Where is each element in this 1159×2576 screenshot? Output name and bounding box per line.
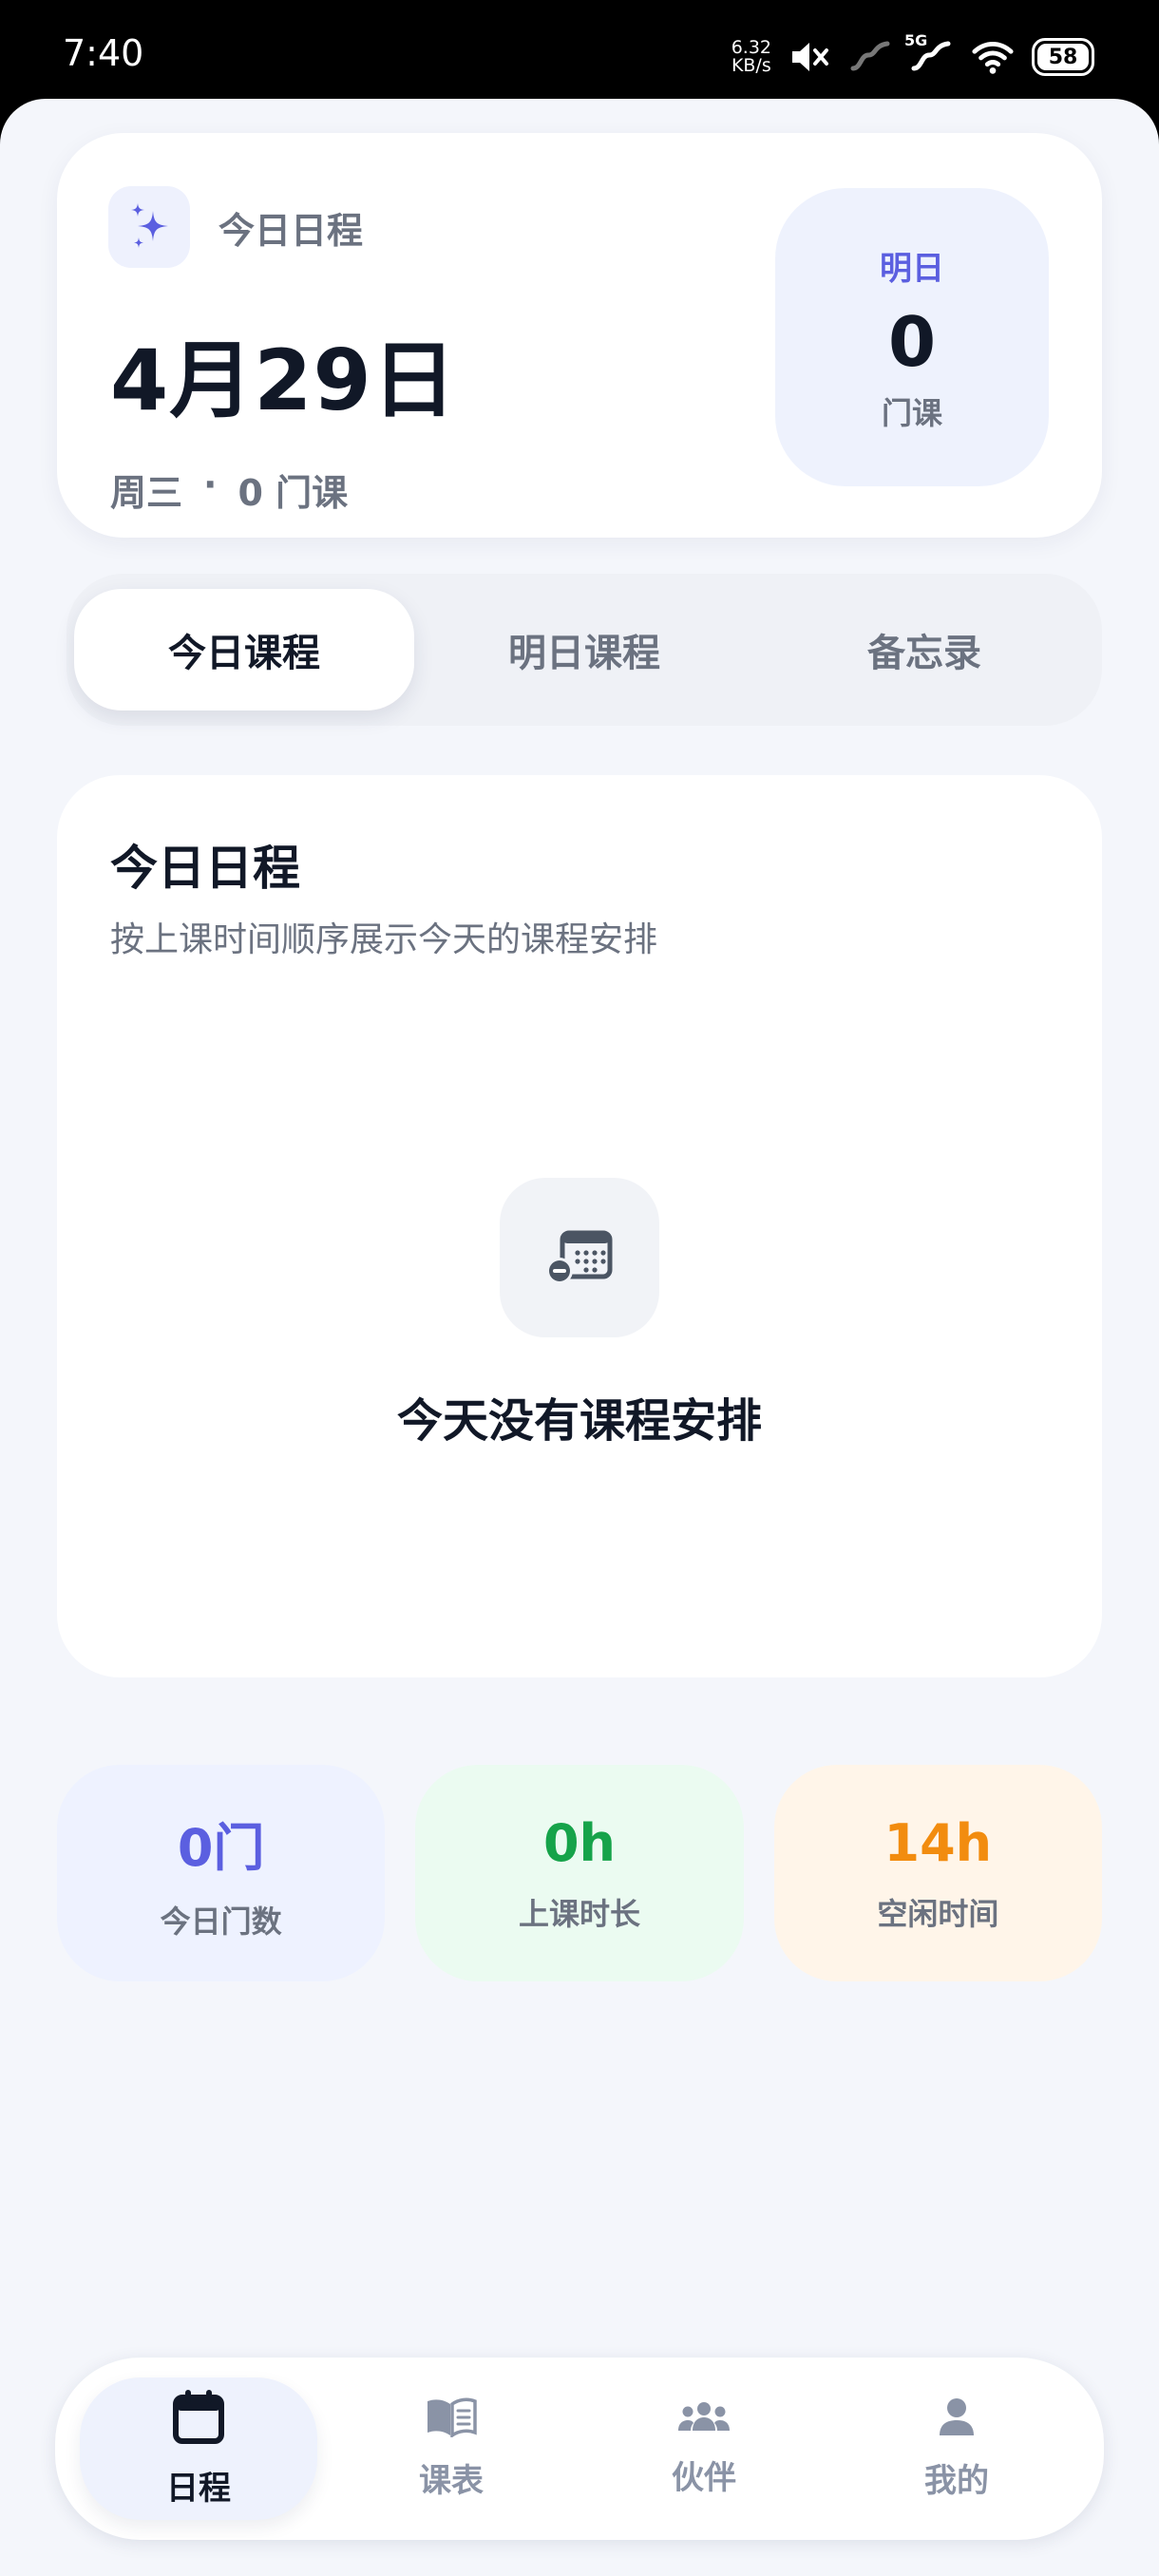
stat-value: 0门 (177, 1817, 265, 1878)
tomorrow-summary[interactable]: 明日 0 门课 (775, 188, 1049, 486)
network-type: 5G (904, 31, 928, 49)
current-date: 4月29日 (110, 331, 457, 429)
user-icon (938, 2397, 976, 2441)
stat-class-duration: 0h 上课时长 (415, 1765, 744, 1981)
today-course-count: 0 门课 (238, 472, 349, 514)
app-screen: 今日日程 4月29日 周三 · 0 门课 明日 0 门课 今日课程 明日课程 备… (0, 99, 1159, 2576)
battery-level: 58 (1037, 44, 1089, 70)
book-icon (426, 2397, 477, 2441)
stats-row: 0门 今日门数 0h 上课时长 14h 空闲时间 (57, 1765, 1102, 1981)
sparkle-icon (108, 186, 190, 268)
tab-memo[interactable]: 备忘录 (754, 589, 1094, 710)
stat-today-count: 0门 今日门数 (57, 1765, 386, 1981)
network-speed: 6.32 KB/s (731, 37, 771, 76)
stat-value: 14h (884, 1812, 993, 1873)
battery-icon: 58 (1032, 38, 1094, 76)
status-bar: 7:40 6.32 KB/s 5G 58 (0, 0, 1159, 106)
nav-label: 我的 (924, 2461, 989, 2500)
schedule-description: 按上课时间顺序展示今天的课程安排 (110, 920, 658, 959)
mute-icon (788, 35, 832, 79)
tomorrow-unit: 门课 (881, 394, 942, 431)
stat-free-time: 14h 空闲时间 (773, 1765, 1102, 1981)
tab-tomorrow-courses[interactable]: 明日课程 (414, 589, 754, 710)
users-icon (677, 2400, 731, 2438)
status-icons: 6.32 KB/s 5G 58 (732, 30, 1094, 84)
summary-badge: 今日日程 (108, 186, 363, 268)
nav-label: 伙伴 (672, 2458, 736, 2497)
signal-1-icon (849, 35, 893, 79)
stat-label: 上课时长 (518, 1895, 640, 1932)
schedule-tabs: 今日课程 明日课程 备忘录 (66, 574, 1102, 726)
tomorrow-count: 0 (887, 301, 937, 382)
stat-label: 空闲时间 (877, 1895, 999, 1932)
nav-item-profile[interactable]: 我的 (838, 2377, 1075, 2520)
nav-label: 课表 (419, 2461, 484, 2500)
nav-item-partners[interactable]: 伙伴 (585, 2377, 823, 2520)
calendar-icon (172, 2389, 225, 2449)
tomorrow-title: 明日 (880, 249, 944, 288)
summary-badge-label: 今日日程 (218, 209, 364, 252)
schedule-title: 今日日程 (110, 841, 300, 896)
calendar-remove-icon (500, 1178, 659, 1337)
signal-2-icon: 5G (904, 31, 954, 79)
stat-label: 今日门数 (160, 1903, 282, 1940)
nav-label: 日程 (166, 2469, 231, 2508)
status-time: 7:40 (63, 32, 144, 74)
nav-item-schedule[interactable]: 日程 (80, 2377, 317, 2520)
wifi-icon (971, 35, 1015, 79)
empty-state-text: 今天没有课程安排 (396, 1394, 762, 1448)
weekday: 周三 (110, 472, 183, 514)
bottom-nav: 日程 课表 伙伴 我的 (55, 2358, 1104, 2540)
schedule-card: 今日日程 按上课时间顺序展示今天的课程安排 今天没有课程安排 (57, 775, 1102, 1677)
stat-value: 0h (542, 1812, 616, 1873)
date-subtitle: 周三 · 0 门课 (110, 464, 348, 516)
today-summary-card: 今日日程 4月29日 周三 · 0 门课 明日 0 门课 (57, 133, 1102, 538)
separator-dot: · (203, 464, 218, 505)
nav-item-timetable[interactable]: 课表 (332, 2377, 570, 2520)
tab-today-courses[interactable]: 今日课程 (74, 589, 414, 710)
